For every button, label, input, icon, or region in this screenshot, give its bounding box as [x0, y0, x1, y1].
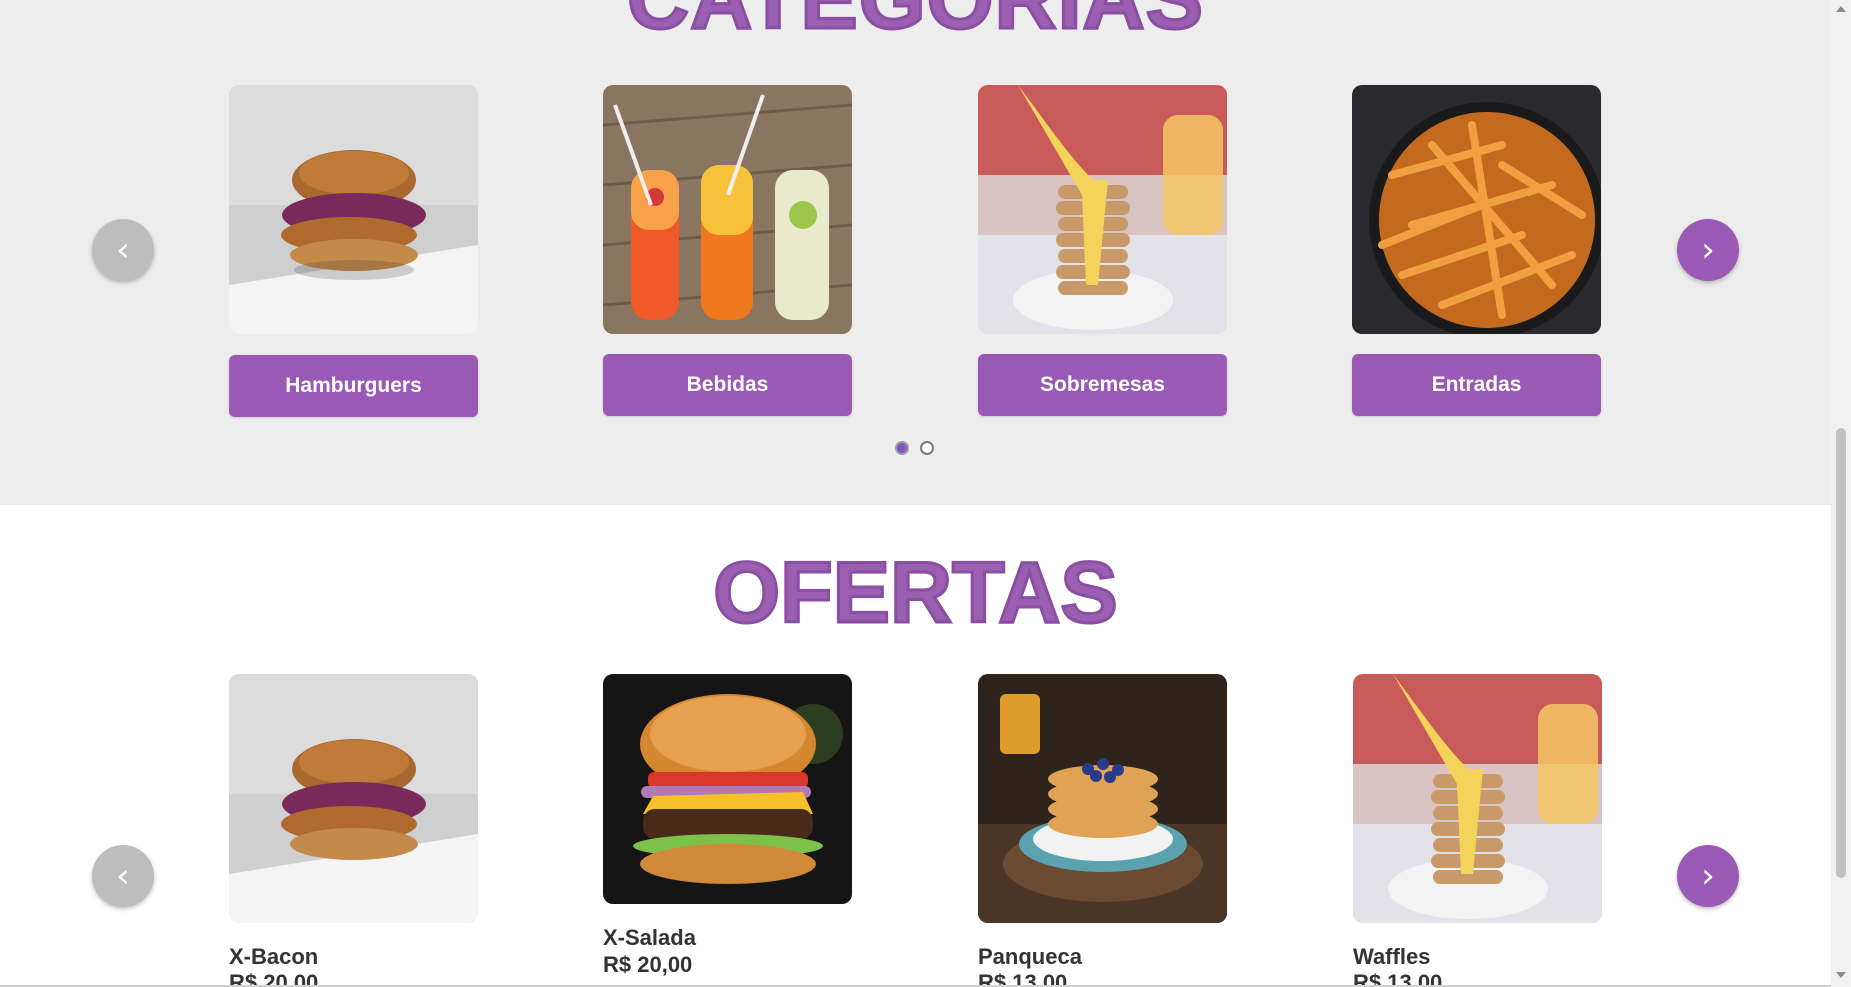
categories-next-button[interactable]: ›: [1677, 219, 1739, 281]
pagination-dot-1[interactable]: [895, 441, 909, 455]
offer-price-x-salada: R$ 20,00: [603, 952, 693, 977]
category-button-entradas[interactable]: Entradas: [1352, 354, 1601, 416]
chevron-left-icon: ‹: [116, 230, 130, 270]
category-button-hamburguers[interactable]: Hamburguers: [229, 355, 478, 417]
offers-title: OFERTAS: [712, 545, 1120, 641]
category-image-entradas[interactable]: [1352, 85, 1601, 334]
burger-photo: [229, 85, 478, 334]
category-button-sobremesas[interactable]: Sobremesas: [978, 354, 1227, 416]
offer-image-panqueca[interactable]: [978, 674, 1227, 923]
categories-title: CATEGORIAS: [0, 0, 1831, 44]
category-image-sobremesas[interactable]: [978, 85, 1227, 334]
offer-name-panqueca: Panqueca: [978, 944, 1082, 969]
offer-name-waffles: Waffles: [1353, 944, 1431, 969]
offer-name-x-bacon: X-Bacon: [229, 944, 319, 969]
page: CATEGORIAS: [0, 0, 1831, 987]
chevron-right-icon: ›: [1701, 856, 1715, 896]
offers-next-button[interactable]: ›: [1677, 845, 1739, 907]
dessert-photo: [978, 85, 1227, 334]
offer-image-x-bacon[interactable]: [229, 674, 478, 923]
chevron-left-icon: ‹: [116, 856, 130, 896]
drinks-photo: [603, 85, 852, 334]
category-image-hamburguers[interactable]: [229, 85, 478, 334]
categories-prev-button[interactable]: ‹: [92, 219, 154, 281]
offer-name-x-salada: X-Salada: [603, 925, 696, 950]
offer-image-x-salada[interactable]: [603, 674, 852, 904]
cheeseburger-photo: [603, 674, 852, 904]
scrollbar-thumb[interactable]: [1836, 428, 1846, 878]
fries-photo: [1352, 85, 1601, 334]
scroll-up-arrow-icon[interactable]: [1836, 6, 1846, 12]
offer-image-waffles[interactable]: [1353, 674, 1602, 923]
burger-photo: [229, 674, 478, 923]
dessert-photo: [1353, 674, 1602, 923]
offers-prev-button[interactable]: ‹: [92, 845, 154, 907]
categories-section: CATEGORIAS: [0, 0, 1831, 505]
scroll-down-arrow-icon[interactable]: [1836, 972, 1846, 978]
chevron-right-icon: ›: [1701, 230, 1715, 270]
category-button-bebidas[interactable]: Bebidas: [603, 354, 852, 416]
vertical-scrollbar[interactable]: [1831, 0, 1851, 987]
pagination-dot-2[interactable]: [920, 441, 934, 455]
category-image-bebidas[interactable]: [603, 85, 852, 334]
pancakes-photo: [978, 674, 1227, 923]
